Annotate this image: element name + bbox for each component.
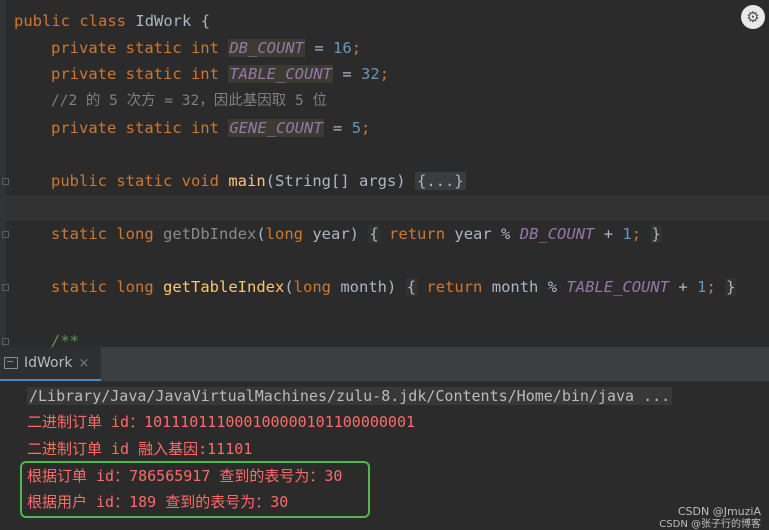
keyword: public: [14, 12, 70, 30]
console-command-line: /Library/Java/JavaVirtualMachines/zulu-8…: [27, 383, 673, 409]
number-literal: 32: [361, 65, 380, 83]
paren: (: [284, 278, 294, 296]
constant-ref: TABLE_COUNT: [566, 278, 670, 296]
number-literal: 5: [351, 119, 362, 137]
fold-toggle-icon[interactable]: [2, 231, 9, 238]
method-name: getTableIndex: [163, 278, 285, 296]
fold-toggle-icon[interactable]: [2, 178, 9, 185]
javadoc-start: /**: [51, 332, 79, 347]
run-tab-label: IdWork: [24, 355, 73, 371]
field-name: GENE_COUNT: [228, 119, 324, 137]
run-tab[interactable]: IdWork ×: [0, 347, 102, 381]
semicolon: ;: [351, 39, 362, 57]
number-literal: 1: [622, 225, 632, 243]
semicolon: ;: [361, 119, 371, 137]
brace: }: [650, 225, 662, 243]
java-command[interactable]: /Library/Java/JavaVirtualMachines/zulu-8…: [27, 387, 673, 405]
method-name: getDbIndex: [163, 225, 257, 243]
class-name: IdWork: [135, 12, 192, 30]
operator: +: [603, 225, 614, 243]
folded-code-region[interactable]: {...}: [414, 172, 466, 190]
field-name: DB_COUNT: [228, 39, 305, 57]
constant-ref: DB_COUNT: [519, 225, 595, 243]
console-output-line: 二进制订单 id：10111011100010000010110000000​1: [27, 413, 416, 431]
operator: =: [333, 119, 343, 137]
operator: =: [342, 65, 352, 83]
semicolon: ;: [631, 225, 642, 243]
code-line-main-method: public static void main(String[] args) {…: [51, 168, 466, 194]
modifiers: public static void: [51, 172, 219, 190]
param-name: year: [312, 225, 350, 243]
run-config-icon: [4, 357, 18, 369]
keyword: class: [79, 12, 127, 30]
modifiers: static long: [51, 225, 154, 243]
method-name: main: [228, 172, 266, 190]
number-literal: 16: [333, 39, 352, 57]
operator: +: [678, 278, 688, 296]
watermark-blog: CSDN @张子行的博客: [659, 519, 761, 530]
fold-toggle-icon[interactable]: [2, 284, 9, 291]
fold-toggle-icon[interactable]: [2, 338, 9, 345]
expression: year %: [454, 225, 511, 243]
brace: {: [200, 12, 211, 30]
paren: ): [387, 278, 397, 296]
settings-icon[interactable]: ⚙: [741, 5, 765, 29]
field-name: TABLE_COUNT: [228, 65, 333, 83]
parameters: (String[] args): [265, 172, 406, 190]
code-editor[interactable]: public class IdWork { private static int…: [0, 0, 769, 347]
param-type: long: [293, 278, 331, 296]
param-name: month: [340, 278, 388, 296]
keyword: return: [389, 225, 446, 243]
paren: (: [256, 225, 266, 243]
result-highlight-box: [20, 461, 370, 518]
keyword: return: [426, 278, 483, 296]
brace: {: [405, 278, 418, 296]
param-type: long: [265, 225, 303, 243]
brace: }: [725, 278, 737, 296]
code-line-get-db-index: static long getDbIndex(long year) { retu…: [51, 221, 662, 247]
code-line-table-count: private static int TABLE_COUNT = 32;: [51, 61, 389, 87]
code-line-db-count: private static int DB_COUNT = 16;: [51, 35, 361, 61]
console-output-line: 二进制订单 id 融入基因:11101: [27, 440, 253, 458]
close-icon[interactable]: ×: [78, 356, 89, 371]
brace: {: [368, 225, 380, 243]
expression: month %: [491, 278, 558, 296]
run-tool-window-header: IdWork ×: [0, 347, 769, 382]
modifiers: private static int: [51, 119, 219, 137]
modifiers: private static int: [51, 65, 219, 83]
paren: ): [349, 225, 360, 243]
semicolon: ;: [706, 278, 716, 296]
code-comment: //2 的 5 次方 = 32，因此基因取 5 位: [51, 93, 327, 109]
code-line-get-table-index: static long getTableIndex(long month) { …: [51, 274, 737, 300]
editor-gutter: [0, 0, 6, 347]
current-line-highlight: [6, 195, 769, 221]
operator: =: [314, 39, 324, 57]
modifiers: static long: [51, 278, 154, 296]
code-line-class-declaration: public class IdWork {: [14, 8, 210, 34]
semicolon: ;: [379, 65, 390, 83]
code-line-gene-count: private static int GENE_COUNT = 5;: [51, 115, 370, 141]
modifiers: private static int: [51, 39, 219, 57]
